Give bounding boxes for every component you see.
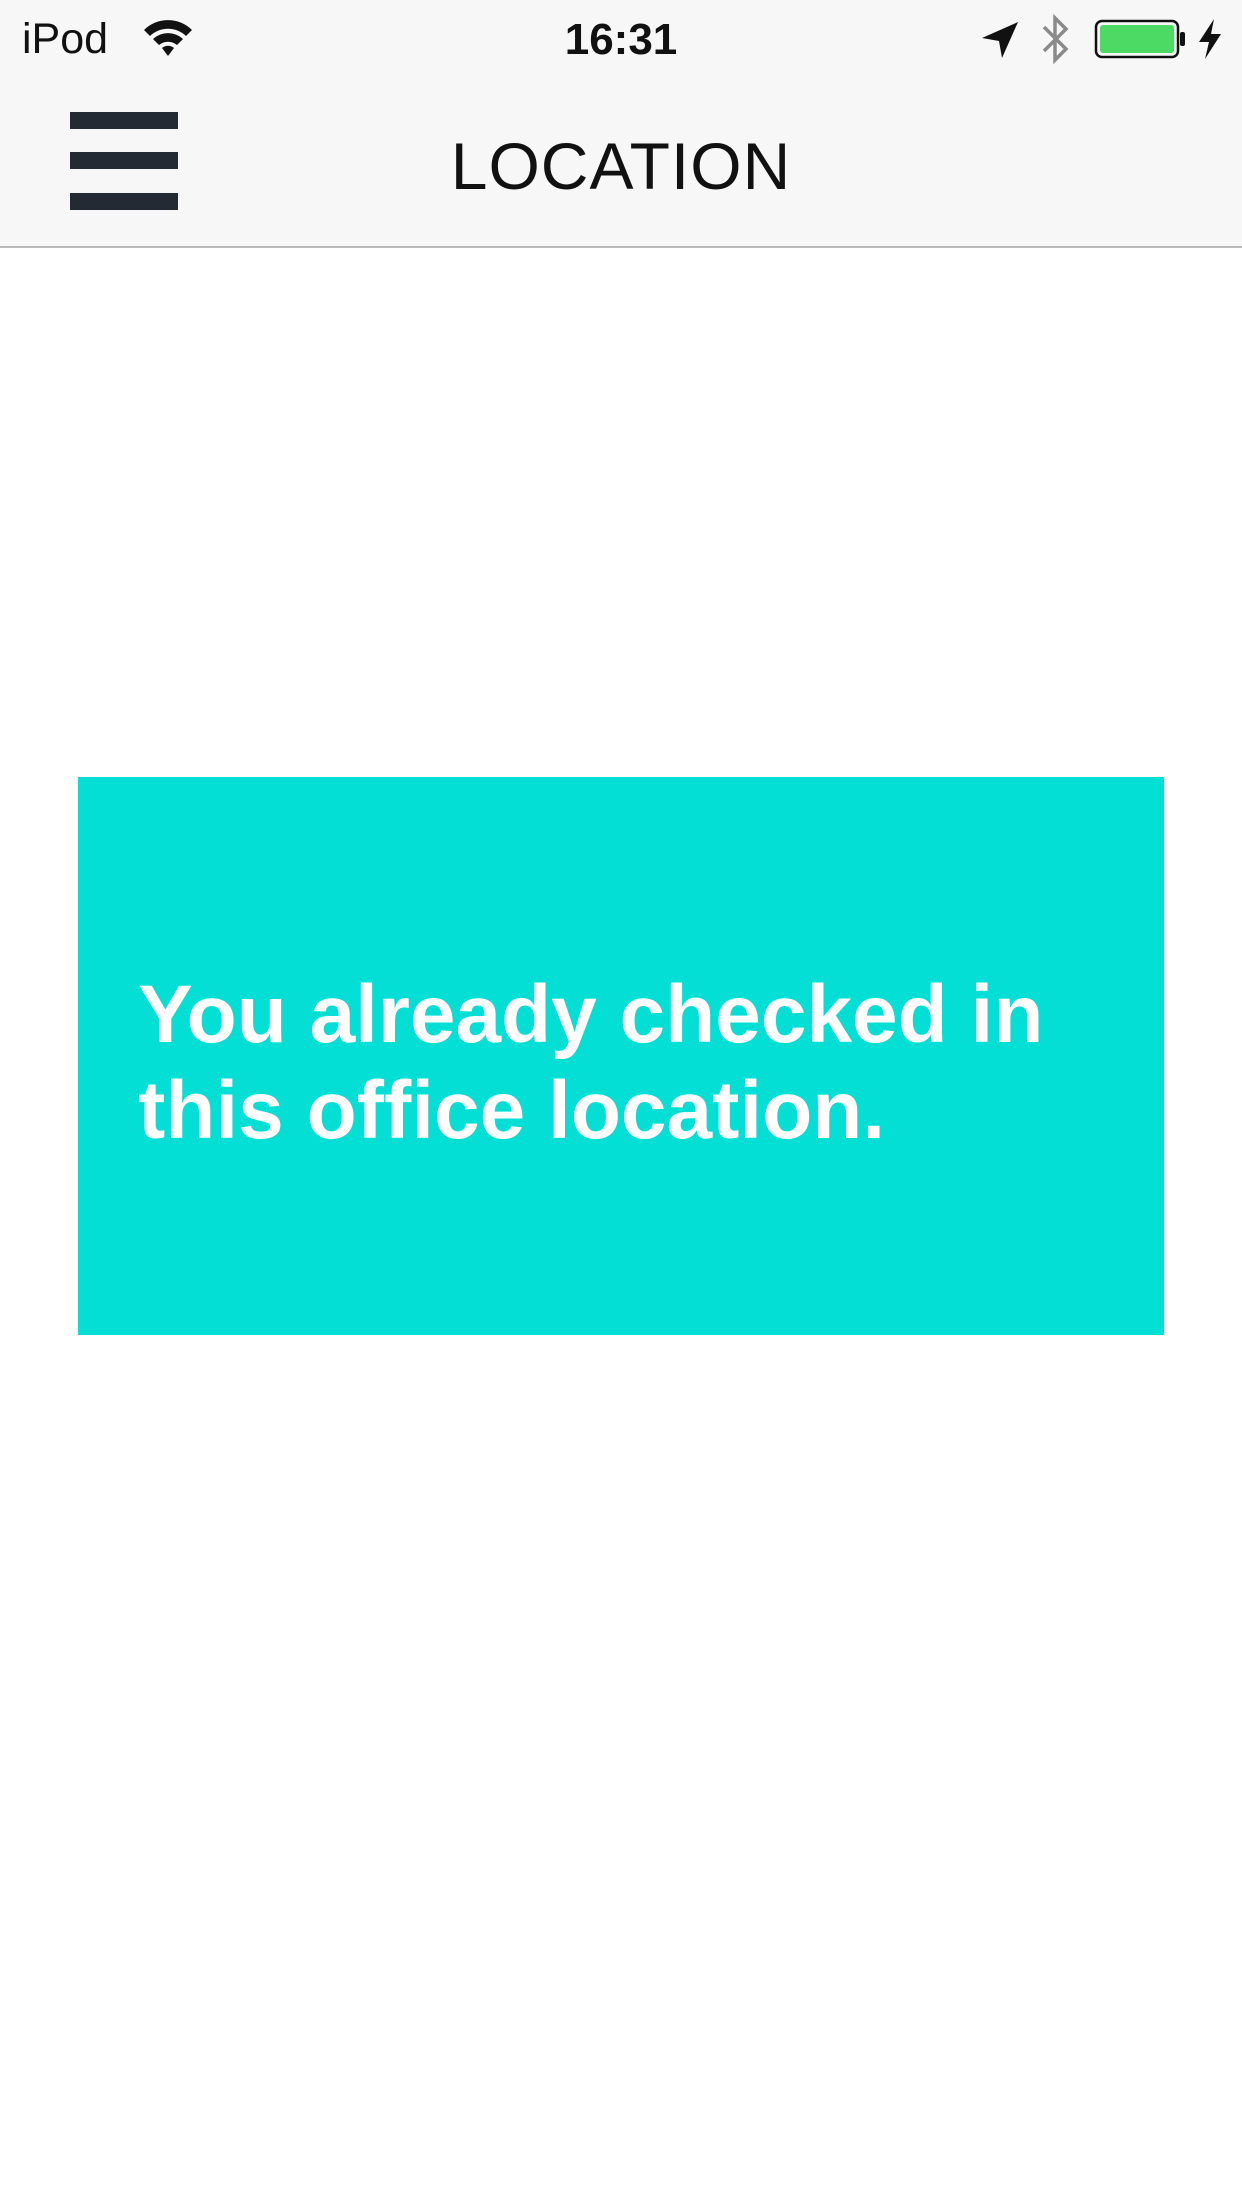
battery-icon (1094, 19, 1185, 59)
checked-in-message-text: You already checked in this office locat… (138, 969, 1044, 1156)
page-title: LOCATION (450, 129, 792, 203)
status-bar: iPod 16:31 (0, 0, 1242, 80)
checked-in-message-card: You already checked in this office locat… (78, 777, 1164, 1335)
menu-bar-line (70, 112, 178, 129)
location-arrow-icon (982, 22, 1018, 58)
charging-bolt-icon (1199, 19, 1221, 59)
bluetooth-icon (1042, 13, 1069, 65)
navigation-bar: LOCATION (0, 80, 1242, 248)
